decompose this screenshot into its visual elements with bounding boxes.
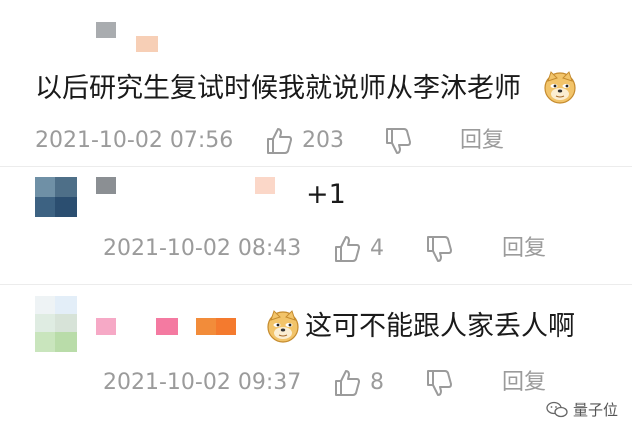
comment-text: 以后研究生复试时候我就说师从李沐老师 xyxy=(35,73,521,104)
comment-timestamp: 2021-10-02 09:37 xyxy=(103,370,302,395)
reply-label: 回复 xyxy=(502,236,547,261)
reply-button[interactable]: 回复 xyxy=(502,368,546,398)
like-count: 203 xyxy=(302,128,344,153)
like-count: 8 xyxy=(370,370,384,395)
comment-text: 这可不能跟人家丢人啊 xyxy=(305,311,575,342)
reply-label: 回复 xyxy=(502,370,547,395)
thumbs-up-icon xyxy=(335,236,360,262)
username-blur xyxy=(96,22,116,38)
like-button[interactable]: 8 xyxy=(332,368,384,398)
divider xyxy=(0,166,632,167)
username-blur xyxy=(96,177,116,194)
username-blur xyxy=(255,177,275,194)
thumbs-up-icon xyxy=(335,370,360,396)
like-button[interactable]: 4 xyxy=(332,234,384,264)
thumbs-down-icon xyxy=(386,128,411,154)
username-blur xyxy=(96,318,116,335)
doge-emoji-icon xyxy=(544,71,576,104)
thumbs-up-icon xyxy=(267,128,292,154)
reply-button[interactable]: 回复 xyxy=(502,234,546,264)
dislike-button[interactable] xyxy=(424,368,454,398)
like-button[interactable]: 203 xyxy=(264,126,344,156)
thumbs-down-icon xyxy=(427,236,452,262)
doge-emoji-icon xyxy=(267,310,299,343)
username-blur xyxy=(156,318,178,335)
dislike-button[interactable] xyxy=(383,126,413,156)
dislike-button[interactable] xyxy=(424,234,454,264)
divider xyxy=(0,284,632,285)
watermark-label: 量子位 xyxy=(572,401,618,419)
username-blur xyxy=(196,318,216,335)
thumbs-down-icon xyxy=(427,370,452,396)
comment-timestamp: 2021-10-02 07:56 xyxy=(35,128,234,153)
comment-timestamp: 2021-10-02 08:43 xyxy=(103,236,302,261)
username-blur xyxy=(216,318,236,335)
like-count: 4 xyxy=(370,236,384,261)
username-blur xyxy=(136,36,158,52)
watermark: 量子位 xyxy=(546,399,618,420)
comment-text: +1 xyxy=(306,179,346,210)
reply-button[interactable]: 回复 xyxy=(460,126,504,156)
reply-label: 回复 xyxy=(460,128,505,153)
wechat-icon xyxy=(546,401,568,417)
